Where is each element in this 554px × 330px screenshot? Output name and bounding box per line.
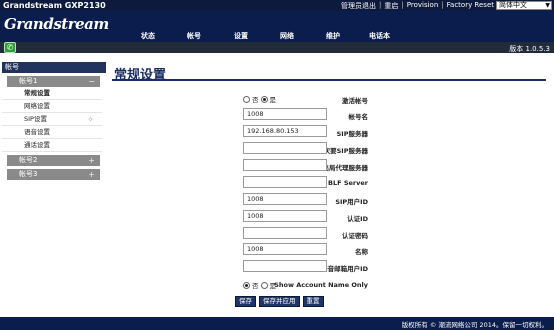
secondary-sip-server-field[interactable]: [243, 142, 327, 154]
sidebar-item-label: 帐号3: [19, 170, 38, 178]
copyright-text: 版权所有 © 潮流网络公司 2014。保留一切权利。: [401, 321, 548, 329]
sidebar-item-call-settings[interactable]: 通话设置: [2, 139, 102, 152]
device-model: Grandstream GXP2130: [3, 1, 106, 10]
sidebar-item-label: 帐号1: [19, 77, 38, 85]
reboot-link[interactable]: 重启: [384, 1, 398, 11]
sip-server-label: SIP服务器: [336, 130, 368, 138]
blf-server-label: BLF Server: [328, 179, 368, 187]
sidebar-item-account3[interactable]: 帐号3 +: [7, 169, 100, 180]
action-buttons: 保存 保存并应用 重置: [235, 296, 324, 307]
top-links: 管理员退出 | 重启 | Provision | Factory Reset: [341, 1, 494, 11]
form-row-account-name: 帐号名 1008: [110, 108, 550, 122]
account-name-label: 帐号名: [348, 113, 369, 121]
radio-label: 否: [252, 282, 259, 290]
sidebar-item-sip-settings[interactable]: SIP设置 ✧: [2, 113, 102, 126]
show-account-name-label: Show Account Name Only: [274, 281, 368, 289]
outbound-proxy-label: 出局代理服务器: [322, 164, 369, 172]
main-nav: 状态 帐号 设置 网络 维护 电话本: [0, 31, 554, 42]
expand-icon: +: [88, 170, 95, 179]
form-row-account-active: 激活帐号 否 是: [110, 92, 550, 106]
blf-server-field[interactable]: [243, 176, 327, 188]
show-account-name-no-radio[interactable]: [243, 281, 250, 289]
voicemail-user-id-label: 语音邮箱用户ID: [321, 265, 368, 273]
sidebar-item-account2[interactable]: 帐号2 +: [7, 155, 100, 166]
sidebar-item-network-settings[interactable]: 网络设置: [2, 100, 102, 113]
account-active-yes-radio[interactable]: [260, 95, 268, 103]
nav-status[interactable]: 状态: [141, 31, 155, 41]
radio-label: 是: [269, 282, 277, 290]
expand-icon: ✧: [87, 115, 94, 124]
form-row-auth-password: 认证密码: [110, 227, 550, 241]
auth-password-field[interactable]: [243, 227, 327, 239]
sidebar-item-label: SIP设置: [24, 115, 47, 123]
nav-maintenance[interactable]: 维护: [326, 31, 340, 41]
reset-button[interactable]: 重置: [302, 296, 324, 307]
nav-account[interactable]: 帐号: [187, 31, 201, 41]
auth-id-field[interactable]: 1008: [243, 210, 327, 222]
version-label: 版本 1.0.5.3: [509, 45, 550, 53]
save-button[interactable]: 保存: [235, 296, 256, 307]
show-account-name-yes-radio[interactable]: [260, 281, 268, 289]
form-row-sip-user-id: SIP用户ID 1008: [110, 193, 550, 207]
top-bar: Grandstream GXP2130 管理员退出 | 重启 | Provision…: [0, 0, 554, 11]
form-row-secondary-sip-server: 次要SIP服务器: [110, 142, 550, 156]
form-row-show-account-name: Show Account Name Only 否 是: [110, 278, 550, 292]
sub-bar: [0, 42, 554, 53]
account-active-no-radio[interactable]: [243, 95, 250, 103]
sidebar-item-general-settings[interactable]: 常规设置: [2, 87, 102, 100]
radio-label: 是: [269, 96, 277, 104]
account-active-label: 激活帐号: [342, 97, 368, 105]
sip-user-id-field[interactable]: 1008: [243, 193, 327, 205]
sip-server-field[interactable]: 192.168.80.153: [243, 125, 327, 137]
form-row-auth-id: 认证ID 1008: [110, 210, 550, 224]
phone-icon[interactable]: ✆: [4, 42, 16, 53]
outbound-proxy-field[interactable]: [243, 159, 327, 171]
sidebar-header: 帐号: [2, 62, 106, 73]
logout-link[interactable]: 管理员退出: [341, 1, 376, 11]
auth-id-label: 认证ID: [347, 215, 368, 223]
name-field[interactable]: 1008: [243, 243, 327, 255]
title-divider: [112, 79, 546, 81]
footer: 版权所有 © 潮流网络公司 2014。保留一切权利。: [0, 317, 554, 330]
voicemail-user-id-field[interactable]: [243, 260, 327, 272]
language-select[interactable]: 简体中文 ▼: [496, 1, 552, 10]
sidebar-item-label: 帐号2: [19, 156, 38, 164]
sidebar-item-audio-settings[interactable]: 语音设置: [2, 126, 102, 139]
expand-icon: +: [88, 156, 95, 165]
sip-user-id-label: SIP用户ID: [335, 198, 368, 206]
sidebar-item-account1[interactable]: 帐号1 −: [7, 76, 100, 87]
collapse-icon: −: [88, 77, 95, 86]
auth-password-label: 认证密码: [342, 232, 368, 240]
language-value: 简体中文: [499, 1, 527, 9]
nav-phonebook[interactable]: 电话本: [369, 31, 390, 41]
radio-label: 否: [252, 96, 259, 104]
form-row-blf-server: BLF Server: [110, 176, 550, 190]
nav-network[interactable]: 网络: [280, 31, 294, 41]
chevron-down-icon: ▼: [545, 2, 550, 9]
form-row-name: 名称 1008: [110, 243, 550, 257]
nav-settings[interactable]: 设置: [234, 31, 248, 41]
form-row-voicemail-user-id: 语音邮箱用户ID: [110, 260, 550, 274]
factory-reset-link[interactable]: Factory Reset: [447, 1, 494, 11]
sidebar: 帐号 帐号1 − 常规设置 网络设置 SIP设置 ✧ 语音设置 通话设置 帐号2…: [0, 62, 106, 180]
save-apply-button[interactable]: 保存并应用: [259, 296, 300, 307]
form-row-sip-server: SIP服务器 192.168.80.153: [110, 125, 550, 139]
name-label: 名称: [355, 248, 368, 256]
form-row-outbound-proxy: 出局代理服务器: [110, 159, 550, 173]
account-name-field[interactable]: 1008: [243, 108, 327, 120]
provision-link[interactable]: Provision: [407, 1, 439, 11]
secondary-sip-server-label: 次要SIP服务器: [323, 147, 368, 155]
